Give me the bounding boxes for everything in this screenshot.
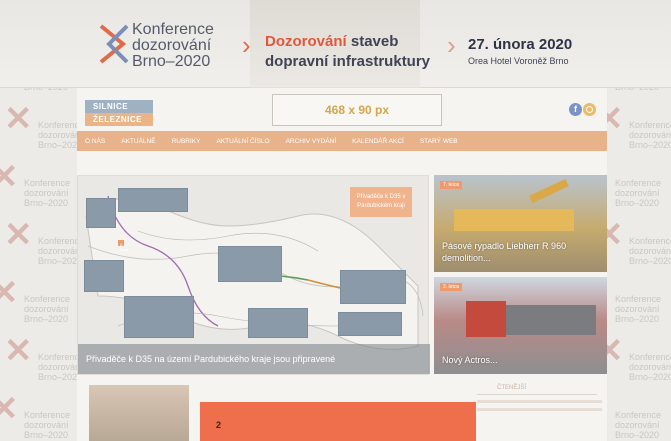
watermark-text: KonferencedozorováníBrno–2020 — [615, 294, 662, 324]
watermark-text: KonferencedozorováníBrno–2020 — [24, 178, 71, 208]
watermark-tile: ✕KonferencedozorováníBrno–2020 — [4, 100, 80, 166]
watermark-text: KonferencedozorováníBrno–2020 — [629, 120, 671, 150]
nav-item-archiv[interactable]: ARCHIV VYDÁNÍ — [286, 138, 337, 145]
map-label-box — [118, 188, 188, 212]
watermark-text: KonferencedozorováníBrno–2020 — [615, 410, 662, 440]
logo-line-2: ŽELEZNICE — [93, 115, 142, 124]
overlay-panel[interactable]: 2 — [200, 402, 476, 441]
watermark-x-icon: ✕ — [0, 390, 19, 428]
hero-orange-box: Přivaděče k D35 v Pardubickém kraji — [350, 187, 412, 217]
tagline-rest: staveb — [346, 33, 399, 50]
logo-line-1: SILNICE — [93, 102, 129, 111]
site-header: SILNICE ŽELEZNICE 468 x 90 px f — [77, 88, 607, 131]
watermark-x-icon: ✕ — [4, 332, 33, 370]
watermark-tile: ✕KonferencedozorováníBrno–2020 — [0, 158, 71, 224]
chevron-right-icon: › — [242, 30, 251, 60]
tagline-line-2: dopravní infrastruktury — [265, 53, 431, 70]
watermark-text: KonferencedozorováníBrno–2020 — [629, 352, 671, 382]
excavator-illustration — [454, 209, 574, 231]
conference-line-1: Konference — [132, 21, 214, 38]
most-read-heading: ČTENĚJŠÍ — [497, 385, 527, 391]
watermark-text: KonferencedozorováníBrno–2020 — [38, 352, 80, 382]
nav-item-kalendar[interactable]: KALENDÁŘ AKCÍ — [352, 138, 404, 145]
map-label-box — [86, 198, 116, 228]
event-info: 27. února 2020 Orea Hotel Voroněž Brno — [468, 36, 618, 66]
map-label-box — [338, 312, 402, 336]
watermark-tile: ✕KonferencedozorováníBrno–2020 — [4, 332, 80, 398]
watermark-text: KonferencedozorováníBrno–2020 — [629, 236, 671, 266]
ad-placeholder[interactable]: 468 x 90 px — [272, 94, 442, 126]
watermark-tile: ✕KonferencedozorováníBrno–2020 — [0, 274, 71, 340]
hero-caption[interactable]: Přivaděče k D35 na území Pardubického kr… — [78, 344, 430, 374]
conference-banner[interactable]: Konference dozorování Brno–2020 › Dozoro… — [0, 0, 671, 88]
nav-item-aktualni-cislo[interactable]: AKTUÁLNÍ ČÍSLO — [216, 138, 269, 145]
conference-logo-text: Konference dozorování Brno–2020 — [132, 22, 242, 70]
watermark-text: KonferencedozorováníBrno–2020 — [24, 410, 71, 440]
article-card[interactable]: 7. letos Pásové rypadlo Liebherr R 960 d… — [434, 175, 607, 272]
chevron-right-icon: › — [447, 30, 456, 60]
map-label-box — [124, 296, 194, 338]
conference-line-2: dozorování — [132, 37, 212, 54]
tagline-accent: Dozorování — [265, 33, 347, 50]
map-label-box — [218, 246, 282, 282]
site-logo[interactable]: SILNICE ŽELEZNICE — [85, 100, 153, 126]
watermark-text: KonferencedozorováníBrno–2020 — [615, 178, 662, 208]
truck-body-illustration — [506, 305, 596, 335]
main-navigation: O NÁS AKTUÁLNĚ RUBRIKY AKTUÁLNÍ ČÍSLO AR… — [77, 131, 607, 151]
watermark-text: KonferencedozorováníBrno–2020 — [38, 120, 80, 150]
watermark-x-icon: ✕ — [0, 158, 19, 196]
truck-cab-illustration — [466, 301, 506, 337]
map-label-box — [248, 308, 308, 338]
card-title[interactable]: Pásové rypadlo Liebherr R 960 demolition… — [442, 240, 592, 264]
most-read-item[interactable] — [477, 400, 602, 403]
banner-tagline: Dozorování staveb dopravní infrastruktur… — [265, 32, 445, 72]
watermark-tile: ✕KonferencedozorováníBrno–2020 — [4, 216, 80, 282]
nav-item-stary-web[interactable]: STARÝ WEB — [420, 138, 458, 145]
article-thumbnail[interactable] — [89, 385, 189, 441]
hero-tag: 6. letos — [118, 240, 129, 252]
conference-line-3: Brno–2020 — [132, 53, 211, 70]
watermark-x-icon: ✕ — [4, 216, 33, 254]
conference-logo-icon — [99, 24, 129, 64]
watermark-text: KonferencedozorováníBrno–2020 — [24, 294, 71, 324]
map-label-box — [340, 270, 406, 304]
watermark-x-icon: ✕ — [4, 100, 33, 138]
nav-item-aktualne[interactable]: AKTUÁLNĚ — [121, 138, 155, 145]
hero-article-map[interactable]: 6. letos Přivaděče k D35 v Pardubickém k… — [77, 175, 430, 375]
watermark-text: KonferencedozorováníBrno–2020 — [38, 236, 80, 266]
article-card[interactable]: 2. letos Nový Actros... — [434, 277, 607, 374]
search-icon[interactable] — [583, 103, 596, 116]
card-tag: 2. letos — [440, 283, 463, 291]
nav-item-o-nas[interactable]: O NÁS — [85, 138, 105, 145]
event-date: 27. února 2020 — [468, 36, 573, 53]
card-title[interactable]: Nový Actros... — [442, 354, 592, 366]
map-label-box — [84, 260, 124, 292]
event-venue: Orea Hotel Voroněž Brno — [468, 56, 569, 66]
card-tag: 7. letos — [440, 181, 463, 189]
overlay-number: 2 — [216, 420, 222, 430]
excavator-arm — [529, 178, 569, 204]
nav-item-rubriky[interactable]: RUBRIKY — [172, 138, 201, 145]
watermark-x-icon: ✕ — [0, 274, 19, 312]
watermark-tile: ✕KonferencedozorováníBrno–2020 — [0, 390, 71, 441]
facebook-icon[interactable]: f — [569, 103, 582, 116]
website-frame: SILNICE ŽELEZNICE 468 x 90 px f O NÁS AK… — [77, 88, 607, 441]
divider — [477, 394, 597, 395]
most-read-item[interactable] — [477, 408, 602, 411]
